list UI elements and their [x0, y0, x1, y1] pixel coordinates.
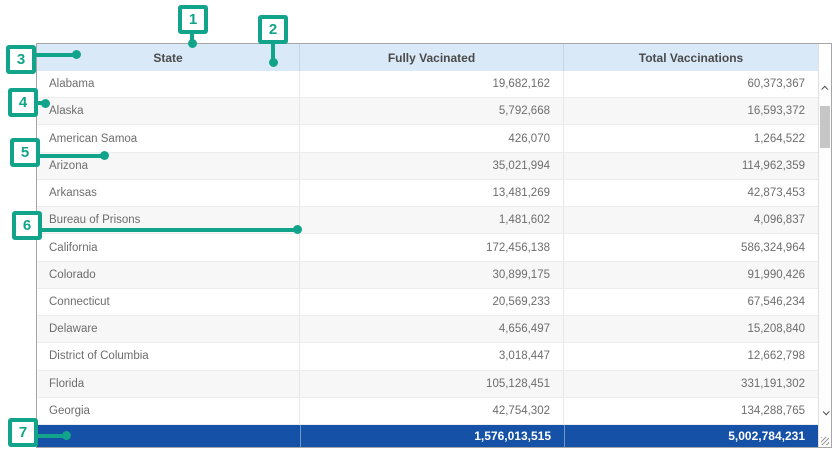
- resize-grip-icon: [821, 437, 829, 445]
- callout-2-label: 2: [269, 21, 277, 38]
- table-row-colorado[interactable]: Colorado30,899,17591,990,426: [37, 262, 818, 289]
- fully-vaccinated-cell: 426,070: [300, 125, 564, 151]
- table-row-american-samoa[interactable]: American Samoa426,0701,264,522: [37, 125, 818, 152]
- callout-4: 4: [8, 88, 38, 117]
- table-row-california[interactable]: California172,456,138586,324,964: [37, 234, 818, 261]
- table-row-arkansas[interactable]: Arkansas13,481,26942,873,453: [37, 180, 818, 207]
- total-vaccinations-cell: 1,264,522: [564, 125, 818, 151]
- callout-5-label: 5: [21, 144, 29, 161]
- callout-2-dot: [269, 58, 278, 67]
- fully-vaccinated-cell: 42,754,302: [300, 398, 564, 424]
- callout-4-dot: [41, 99, 50, 108]
- header-scrollbar-spacer: [818, 44, 831, 71]
- callout-7-dot: [62, 431, 71, 440]
- total-vaccinations-cell: 67,546,234: [564, 289, 818, 315]
- state-cell: Colorado: [37, 262, 300, 288]
- callout-7: 7: [8, 418, 38, 447]
- callout-3-connector: [35, 53, 75, 57]
- callout-6-connector: [41, 228, 296, 232]
- fully-vaccinated-cell: 13,481,269: [300, 180, 564, 206]
- callout-4-label: 4: [19, 94, 27, 111]
- callout-6: 6: [12, 211, 42, 240]
- table-body: Alabama19,682,16260,373,367Alaska5,792,6…: [37, 71, 831, 425]
- callout-1-dot: [188, 39, 197, 48]
- total-vaccinations-cell: 114,962,359: [564, 153, 818, 179]
- state-cell: Delaware: [37, 316, 300, 342]
- table-header-row: State Fully Vacinated Total Vaccinations: [37, 44, 831, 71]
- state-cell: Alaska: [37, 98, 300, 124]
- column-header-fully-vaccinated[interactable]: Fully Vacinated: [300, 44, 564, 71]
- total-vaccinations-cell: 60,373,367: [564, 71, 818, 97]
- totals-state-cell: [37, 425, 300, 447]
- total-vaccinations-cell: 331,191,302: [564, 371, 818, 397]
- totals-total-vaccinations-cell: 5,002,784,231: [564, 425, 818, 447]
- fully-vaccinated-cell: 5,792,668: [300, 98, 564, 124]
- callout-5: 5: [10, 138, 40, 167]
- chevron-up-icon: [821, 85, 828, 92]
- callout-3-label: 3: [17, 51, 25, 68]
- state-cell: California: [37, 234, 300, 260]
- fully-vaccinated-cell: 20,569,233: [300, 289, 564, 315]
- table-row-connecticut[interactable]: Connecticut20,569,23367,546,234: [37, 289, 818, 316]
- scrollbar-thumb[interactable]: [820, 106, 830, 148]
- scroll-down-button[interactable]: [819, 401, 831, 423]
- chevron-down-icon: [822, 408, 829, 415]
- total-vaccinations-cell: 16,593,372: [564, 98, 818, 124]
- fully-vaccinated-cell: 35,021,994: [300, 153, 564, 179]
- fully-vaccinated-cell: 3,018,447: [300, 343, 564, 369]
- callout-5-dot: [100, 151, 109, 160]
- fully-vaccinated-cell: 30,899,175: [300, 262, 564, 288]
- total-vaccinations-cell: 15,208,840: [564, 316, 818, 342]
- fully-vaccinated-cell: 172,456,138: [300, 234, 564, 260]
- callout-3-dot: [72, 50, 81, 59]
- callout-7-label: 7: [19, 424, 27, 441]
- table-row-florida[interactable]: Florida105,128,451331,191,302: [37, 371, 818, 398]
- total-vaccinations-cell: 134,288,765: [564, 398, 818, 424]
- table-row-arizona[interactable]: Arizona35,021,994114,962,359: [37, 153, 818, 180]
- total-vaccinations-cell: 586,324,964: [564, 234, 818, 260]
- table-row-georgia[interactable]: Georgia42,754,302134,288,765: [37, 398, 818, 425]
- table-row-district-of-columbia[interactable]: District of Columbia3,018,44712,662,798: [37, 343, 818, 370]
- state-cell: Arkansas: [37, 180, 300, 206]
- callout-6-label: 6: [23, 217, 31, 234]
- callout-6-dot: [293, 225, 302, 234]
- state-cell: American Samoa: [37, 125, 300, 151]
- fully-vaccinated-cell: 4,656,497: [300, 316, 564, 342]
- total-vaccinations-cell: 42,873,453: [564, 180, 818, 206]
- total-vaccinations-cell: 91,990,426: [564, 262, 818, 288]
- state-cell: Connecticut: [37, 289, 300, 315]
- state-cell: Florida: [37, 371, 300, 397]
- callout-5-connector: [39, 154, 103, 158]
- totals-fully-vaccinated-cell: 1,576,013,515: [300, 425, 564, 447]
- table-row-alaska[interactable]: Alaska5,792,66816,593,372: [37, 98, 818, 125]
- totals-row: 1,576,013,515 5,002,784,231: [37, 425, 831, 447]
- fully-vaccinated-cell: 1,481,602: [300, 207, 564, 233]
- fully-vaccinated-cell: 105,128,451: [300, 371, 564, 397]
- total-vaccinations-cell: 4,096,837: [564, 207, 818, 233]
- state-cell: Georgia: [37, 398, 300, 424]
- column-header-total-vaccinations[interactable]: Total Vaccinations: [564, 44, 818, 71]
- callout-1: 1: [178, 5, 208, 34]
- table-row-alabama[interactable]: Alabama19,682,16260,373,367: [37, 71, 818, 98]
- scroll-up-button[interactable]: [819, 77, 831, 99]
- callout-1-label: 1: [189, 11, 197, 28]
- fully-vaccinated-cell: 19,682,162: [300, 71, 564, 97]
- callout-3: 3: [6, 45, 36, 74]
- table-rows: Alabama19,682,16260,373,367Alaska5,792,6…: [37, 71, 818, 425]
- state-cell: District of Columbia: [37, 343, 300, 369]
- vaccination-table: State Fully Vacinated Total Vaccinations…: [36, 43, 832, 448]
- vertical-scrollbar[interactable]: [818, 71, 831, 425]
- callout-2: 2: [258, 15, 288, 44]
- state-cell: Alabama: [37, 71, 300, 97]
- total-vaccinations-cell: 12,662,798: [564, 343, 818, 369]
- footer-corner: [818, 425, 831, 447]
- table-row-delaware[interactable]: Delaware4,656,49715,208,840: [37, 316, 818, 343]
